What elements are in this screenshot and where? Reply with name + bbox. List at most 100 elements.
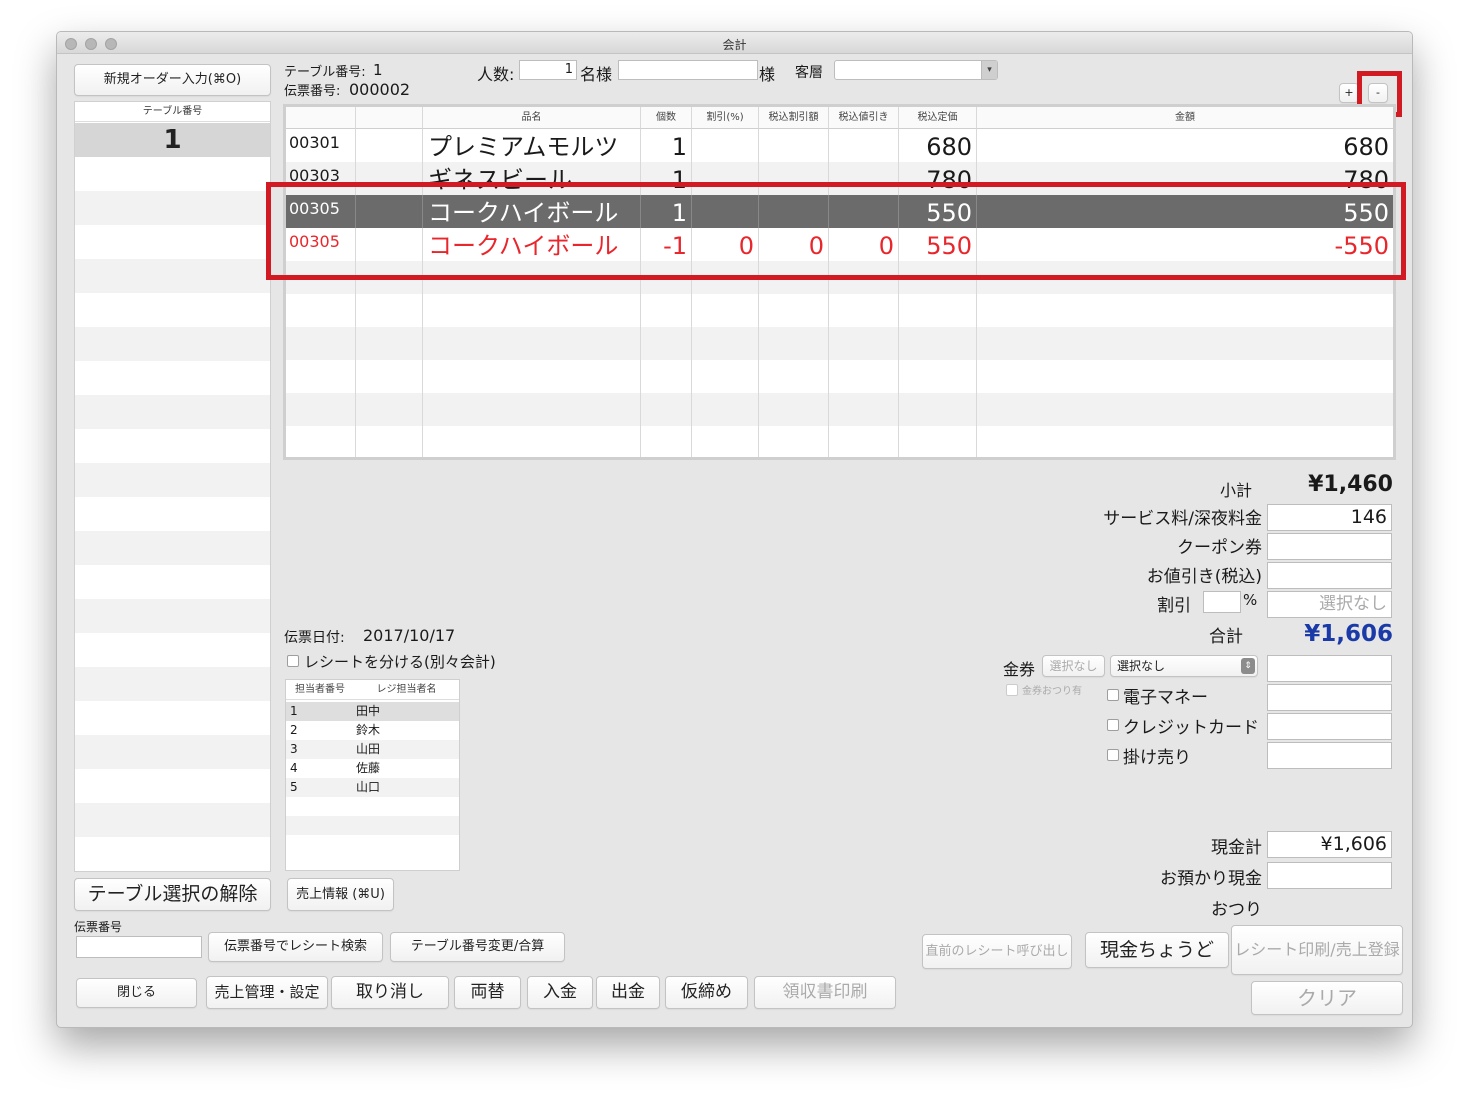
coupon-input[interactable] [1267,533,1392,560]
voucher-select-1[interactable]: 選択なし [1042,655,1105,677]
segment-select[interactable]: ▾ [834,60,998,80]
exact-cash-button[interactable]: 現金ちょうど [1085,932,1229,968]
table-list-item[interactable] [75,633,270,667]
cancel-button[interactable]: 取り消し [331,976,449,1009]
table-list-item[interactable] [75,701,270,735]
grid-header-nebiki: 税込値引き [829,107,899,129]
sales-info-button[interactable]: 売上情報 (⌘U) [287,878,394,911]
new-order-button[interactable]: 新規オーダー入力(⌘O) [74,64,271,96]
sales-manage-button[interactable]: 売上管理・設定 [206,976,328,1009]
nebiki-label: お値引き(税込) [1146,567,1262,587]
table-list-item[interactable] [75,803,270,837]
change-label: おつり [1211,900,1262,920]
table-list-item[interactable] [75,429,270,463]
split-receipt-label: レシートを分ける(別々会計) [304,653,496,671]
table-list-item[interactable] [75,769,270,803]
staff-name: 鈴木 [356,723,381,737]
exchange-button[interactable]: 両替 [454,976,521,1009]
table-list-item[interactable] [75,327,270,361]
print-register-button[interactable]: レシート印刷/売上登録 [1231,925,1403,975]
prev-receipt-button[interactable]: 直前のレシート呼び出し [922,934,1072,969]
receipt-print-button[interactable]: 領収書印刷 [754,976,896,1009]
kakeuri-checkbox[interactable] [1107,749,1119,761]
guests-label: 人数: [477,65,515,84]
table-list-item[interactable] [75,667,270,701]
grid-row-empty[interactable] [286,327,1393,360]
grid-row-empty[interactable] [286,426,1393,457]
nebiki-input[interactable] [1267,562,1392,589]
deposit-input[interactable] [1267,862,1392,889]
staff-row[interactable]: 2 鈴木 [286,721,459,740]
staff-no: 2 [290,723,298,737]
subtotal-value: ¥1,460 [1308,472,1393,497]
table-list-item[interactable] [75,259,270,293]
table-list-item[interactable] [75,293,270,327]
grid-row[interactable]: 00301 プレミアムモルツ 1 680 680 [286,129,1393,162]
cash-total-label: 現金計 [1211,838,1262,858]
staff-row[interactable]: 3 山田 [286,740,459,759]
grid-row-empty[interactable] [286,360,1393,393]
chevron-down-icon: ▾ [981,61,997,79]
receipt-search-button[interactable]: 伝票番号でレシート検索 [208,932,383,962]
grid-cell-amount: 680 [1343,133,1389,161]
table-list-item[interactable] [75,191,270,225]
slip-no-label: 伝票番号: [284,84,341,99]
staff-name: 山田 [356,742,381,756]
service-input[interactable]: 146 [1267,504,1392,531]
split-receipt-checkbox[interactable] [287,655,299,667]
staff-row[interactable]: 1 田中 [286,702,459,721]
emoney-checkbox[interactable] [1107,689,1119,701]
temp-close-button[interactable]: 仮締め [665,976,748,1009]
slip-no-search-input[interactable] [76,936,202,958]
staff-no: 1 [290,704,298,718]
voucher-input[interactable] [1267,655,1392,682]
grid-row-empty[interactable] [286,294,1393,327]
discount-select[interactable]: 選択なし [1267,591,1392,618]
customer-name-input[interactable] [618,60,758,80]
total-value: ¥1,606 [1304,621,1393,647]
credit-checkbox[interactable] [1107,719,1119,731]
table-list-item[interactable] [75,497,270,531]
table-list-item[interactable] [75,735,270,769]
grid-cell-discount-amt [759,129,829,162]
emoney-input[interactable] [1267,684,1392,711]
table-list-item[interactable] [75,463,270,497]
staff-table: 担当者番号 レジ担当者名 1 田中 2 鈴木 3 山田 4 佐藤 5 山口 [285,679,460,871]
slip-no-value: 000002 [349,80,411,99]
kakeuri-input[interactable] [1267,742,1392,769]
credit-input[interactable] [1267,713,1392,740]
window: 会計 新規オーダー入力(⌘O) テーブル番号 1 テーブル番号: 1 伝票番号:… [56,31,1413,1028]
table-list-item[interactable] [75,837,270,871]
table-list-item[interactable] [75,531,270,565]
grid-cell-blank [356,129,423,162]
grid-row-empty[interactable] [286,393,1393,426]
grid-header-discount-amt: 税込割引額 [759,107,829,129]
grid-header-amount: 金額 [977,107,1393,129]
credit-label: クレジットカード [1123,718,1259,738]
guests-input[interactable]: 1 [519,60,577,80]
voucher-change-checkbox[interactable] [1006,684,1018,696]
clear-button[interactable]: クリア [1251,981,1403,1015]
table-list-item[interactable] [75,395,270,429]
grid-header-name: 品名 [423,107,641,129]
table-list-item[interactable] [75,157,270,191]
close-button[interactable]: 閉じる [76,978,197,1008]
deposit-in-button[interactable]: 入金 [527,976,593,1009]
table-list-item[interactable] [75,599,270,633]
add-row-button[interactable]: + [1339,83,1359,103]
table-list-item[interactable]: 1 [75,123,270,157]
withdraw-button[interactable]: 出金 [596,976,660,1009]
table-list-item[interactable] [75,565,270,599]
deposit-label: お預かり現金 [1160,869,1262,889]
grid-header-qty: 個数 [641,107,692,129]
table-list: テーブル番号 1 [74,101,271,872]
table-change-button[interactable]: テーブル番号変更/合算 [390,932,565,962]
service-label: サービス料/深夜料金 [1103,509,1262,529]
staff-row[interactable]: 4 佐藤 [286,759,459,778]
release-table-button[interactable]: テーブル選択の解除 [74,878,271,911]
table-list-item[interactable] [75,361,270,395]
staff-row[interactable]: 5 山口 [286,778,459,797]
voucher-select-2[interactable]: 選択なし ⇕ [1110,655,1258,677]
discount-pct-input[interactable] [1203,591,1241,613]
table-list-item[interactable] [75,225,270,259]
